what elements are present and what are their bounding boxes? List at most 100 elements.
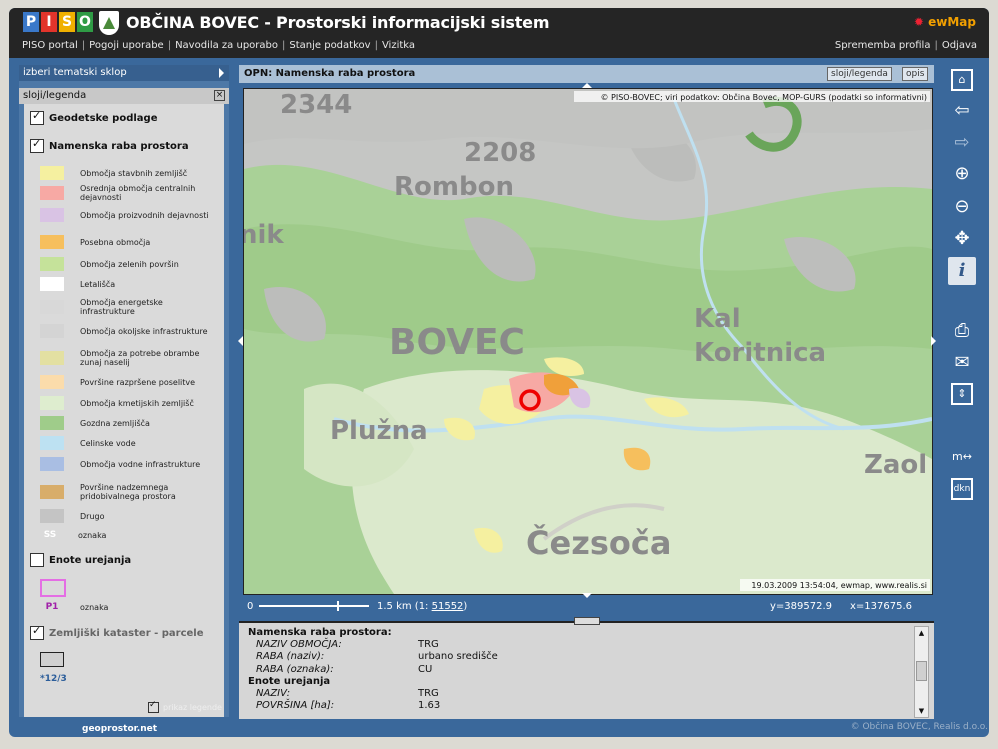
nav-navodila[interactable]: Navodila za uporabo <box>175 40 278 51</box>
map-label: Zaol <box>864 450 927 480</box>
legend-title: sloji/legenda <box>23 90 87 101</box>
map-label: BOVEC <box>389 322 525 363</box>
legend-item-label: Površine nadzemnega pridobivalnega prost… <box>80 483 176 501</box>
pan-icon[interactable]: ✥ <box>951 228 973 250</box>
layer-checkbox[interactable] <box>30 624 44 640</box>
scale-text: 1.5 km (1: 51552) <box>377 601 467 612</box>
legend-item: Osrednja območja centralnih dejavnosti <box>40 184 220 202</box>
info-heading-text: Enote urejanja <box>248 675 331 687</box>
legend-swatch <box>40 416 64 430</box>
show-legend-checkbox[interactable] <box>148 700 159 713</box>
map-label: Rombon <box>394 172 514 202</box>
municipality-crest-icon <box>99 11 119 35</box>
back-arrow-icon[interactable]: ⇦ <box>951 100 973 122</box>
nav-stanje[interactable]: Stanje podatkov <box>289 40 370 51</box>
legend-swatch <box>40 396 64 410</box>
map-label: Čezsoča <box>526 523 671 562</box>
map-label: 2344 <box>280 90 352 120</box>
measure-glyph: m <box>952 450 963 463</box>
map-canvas[interactable]: 2344 2208 Rombon nik BOVEC Kal Koritnica… <box>244 89 932 594</box>
close-icon[interactable]: × <box>214 90 225 101</box>
export-icon[interactable]: ⇕ <box>951 383 973 405</box>
scroll-down-icon[interactable]: ▼ <box>916 706 927 716</box>
nav-profile[interactable]: Sprememba profila <box>835 40 931 51</box>
ss-symbol: SS <box>43 530 57 540</box>
layers-legend-button[interactable]: sloji/legenda <box>827 67 892 81</box>
pan-east-icon[interactable] <box>931 336 936 346</box>
nav-vizitka[interactable]: Vizitka <box>382 40 415 51</box>
measure-icon[interactable]: m↔ <box>951 446 973 468</box>
legend-panel: Geodetske podlage Namenska raba prostora… <box>24 104 224 717</box>
info-value: CU <box>418 663 433 675</box>
info-value: TRG <box>418 639 439 651</box>
legend-swatch <box>40 375 64 389</box>
legend-item-label: Območja vodne infrastrukture <box>80 459 201 469</box>
logo-letter: S <box>59 12 75 32</box>
dkn-icon[interactable]: dkn <box>951 478 973 500</box>
scale-close: ) <box>463 601 468 612</box>
layer-checkbox[interactable] <box>30 137 44 153</box>
legend-item: Območja stavbnih zemljišč <box>40 166 220 180</box>
pan-west-icon[interactable] <box>238 336 243 346</box>
piso-logo: P I S O <box>23 12 93 32</box>
info-scrollbar[interactable]: ▲ ▼ <box>914 626 929 718</box>
map-title: OPN: Namenska raba prostora <box>244 68 416 79</box>
print-icon[interactable]: ⎙ <box>951 320 973 342</box>
nav-pogoji[interactable]: Pogoji uporabe <box>89 40 164 51</box>
layer-checkbox[interactable] <box>30 109 44 125</box>
legend-swatch <box>40 351 64 365</box>
overview-icon[interactable]: ⌂ <box>951 69 973 91</box>
legend-item: Območja vodne infrastrukture <box>40 457 220 471</box>
scale-ratio[interactable]: 51552 <box>432 601 464 612</box>
zoom-out-icon[interactable]: ⊖ <box>951 196 973 218</box>
zoom-in-icon[interactable]: ⊕ <box>951 163 973 185</box>
legend-swatch <box>40 277 64 291</box>
layer-geodetske: Geodetske podlage <box>30 109 157 125</box>
nav-piso-portal[interactable]: PISO portal <box>22 40 78 51</box>
p1-symbol: P1 <box>45 602 59 612</box>
info-key: NAZIV OBMOČJA: <box>256 639 342 651</box>
map-label: nik <box>244 220 284 250</box>
legend-item-label: Letališča <box>80 279 116 289</box>
geoprostor-logo: geoprostor.net <box>82 724 158 734</box>
nav-logout[interactable]: Odjava <box>942 40 977 51</box>
legend-item-label: Celinske vode <box>80 438 136 448</box>
forward-arrow-icon[interactable]: ⇨ <box>951 132 973 154</box>
info-button[interactable]: opis <box>902 67 929 81</box>
mail-icon[interactable]: ✉ <box>951 352 973 374</box>
legend-item-label: Osrednja območja centralnih dejavnosti <box>80 184 196 202</box>
legend-item-label: Območja kmetijskih zemljišč <box>80 398 194 408</box>
scroll-up-icon[interactable]: ▲ <box>916 628 927 638</box>
pan-north-icon[interactable] <box>582 83 592 88</box>
parcel-label: *12/3 <box>40 674 67 684</box>
legend-item: Območja proizvodnih dejavnosti <box>40 208 220 222</box>
show-legend-toggle[interactable]: prikaz legende <box>148 700 222 713</box>
map-label: Koritnica <box>694 338 826 368</box>
coord-x: x=137675.6 <box>850 601 913 612</box>
legend-swatch <box>40 509 64 523</box>
copyright: © Občina BOVEC, Realis d.o.o. <box>850 722 988 732</box>
scale-slider-handle[interactable] <box>337 601 339 611</box>
legend-item-label: oznaka <box>78 530 107 540</box>
scroll-thumb[interactable] <box>916 661 927 681</box>
map-view[interactable]: 2344 2208 Rombon nik BOVEC Kal Koritnica… <box>243 88 933 595</box>
map-label: Kal <box>694 304 741 334</box>
app-title: OBČINA BOVEC - Prostorski informacijski … <box>126 13 550 32</box>
scale-zero: 0 <box>247 601 254 612</box>
info-icon[interactable]: i <box>948 257 976 285</box>
enote-swatch <box>40 579 66 597</box>
panel-resize-handle[interactable] <box>574 617 600 625</box>
legend-item-ss: SS oznaka <box>38 528 218 542</box>
layer-enote: Enote urejanja <box>30 553 131 567</box>
info-row: POVRŠINA [ha]: 1.63 <box>248 700 748 712</box>
legend-swatch <box>40 208 64 222</box>
map-header: OPN: Namenska raba prostora sloji/legend… <box>239 65 934 83</box>
layer-checkbox[interactable] <box>30 553 44 567</box>
info-section-heading: Enote urejanja <box>248 676 748 688</box>
legend-item-label: Območja za potrebe obrambe zunaj naselij <box>80 349 200 367</box>
legend-swatch <box>40 485 64 499</box>
layer-namenska: Namenska raba prostora <box>30 137 189 153</box>
theme-selector[interactable]: izberi tematski sklop <box>19 65 229 81</box>
info-row: NAZIV OBMOČJA: TRG <box>248 639 748 651</box>
legend-item: Posebna območja <box>40 235 220 249</box>
